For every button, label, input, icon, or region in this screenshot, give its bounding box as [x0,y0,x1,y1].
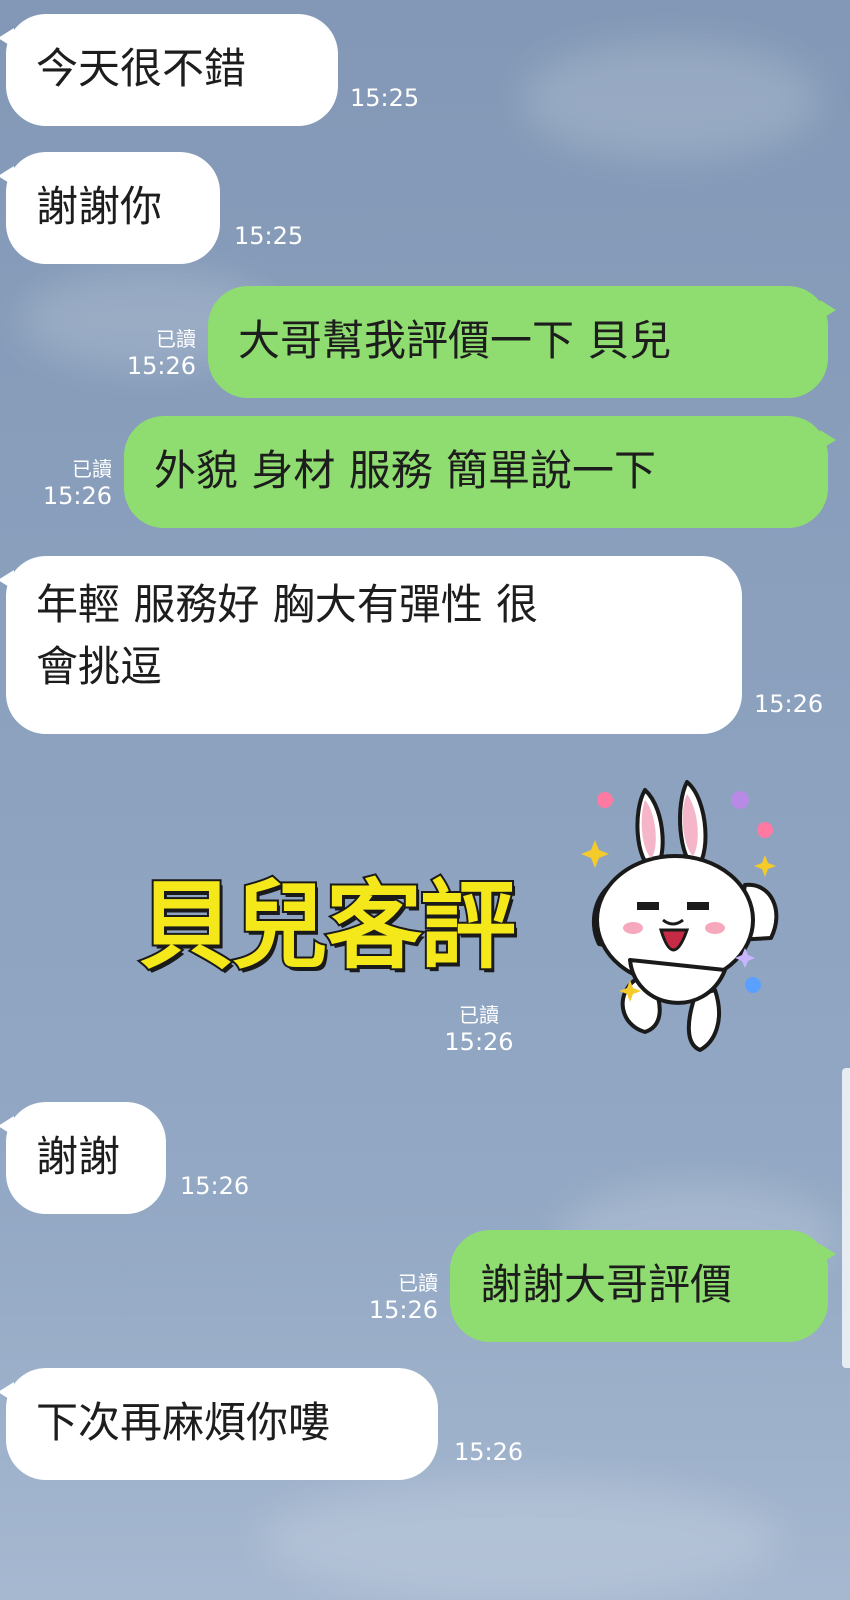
message-line: 會挑逗 [36,642,163,691]
message-bubble[interactable]: 謝謝 [0,1102,166,1214]
message-incoming: 謝謝你 15:25 [0,152,304,264]
scrollbar[interactable] [842,1068,850,1368]
message-time: 15:26 [42,482,112,510]
message-incoming: 謝謝 15:26 [0,1102,250,1214]
message-bubble[interactable]: 謝謝大哥評價 [450,1230,836,1342]
message-bubble[interactable]: 外貌 身材 服務 簡單說一下 [124,416,836,528]
message-bubble[interactable]: 大哥幫我評價一下 貝兒 [208,286,836,398]
message-outgoing: 已讀 15:26 外貌 身材 服務 簡單說一下 [43,416,836,528]
message-bubble[interactable]: 謝謝你 [0,152,220,264]
sticker-caption: 貝兒客評 [136,868,518,984]
message-meta: 已讀 15:26 [43,456,112,510]
sticker-meta: 已讀 15:26 [444,1002,514,1056]
read-receipt: 已讀 [156,327,196,351]
message-bubble[interactable]: 今天很不錯 [0,14,338,126]
message-outgoing: 已讀 15:26 謝謝大哥評價 [369,1230,836,1342]
message-time: 15:26 [754,690,824,718]
message-line: 年輕 服務好 胸大有彈性 很 [36,580,539,629]
message-bubble[interactable]: 下次再麻煩你嘍 [0,1368,438,1480]
message-time: 15:26 [454,1438,524,1466]
message-time: 15:26 [368,1296,438,1324]
background-cloud [520,40,820,160]
read-receipt: 已讀 [459,1003,499,1027]
message-bubble[interactable]: 年輕 服務好 胸大有彈性 很 會挑逗 [0,556,742,734]
message-time: 15:25 [350,84,420,112]
background-cloud [260,1480,780,1600]
message-time: 15:25 [234,222,304,250]
message-meta: 已讀 15:26 [127,326,196,380]
message-time: 15:26 [180,1172,250,1200]
read-receipt: 已讀 [72,457,112,481]
message-incoming: 今天很不錯 15:25 [0,14,420,126]
message-incoming: 下次再麻煩你嘍 15:26 [0,1368,524,1480]
message-outgoing: 已讀 15:26 大哥幫我評價一下 貝兒 [127,286,836,398]
message-incoming: 年輕 服務好 胸大有彈性 很 會挑逗 15:26 [0,556,824,734]
bunny-sticker-icon [581,780,779,1052]
message-meta: 已讀 15:26 [369,1270,438,1324]
message-time: 15:26 [444,1028,514,1056]
message-time: 15:26 [126,352,196,380]
read-receipt: 已讀 [398,1271,438,1295]
